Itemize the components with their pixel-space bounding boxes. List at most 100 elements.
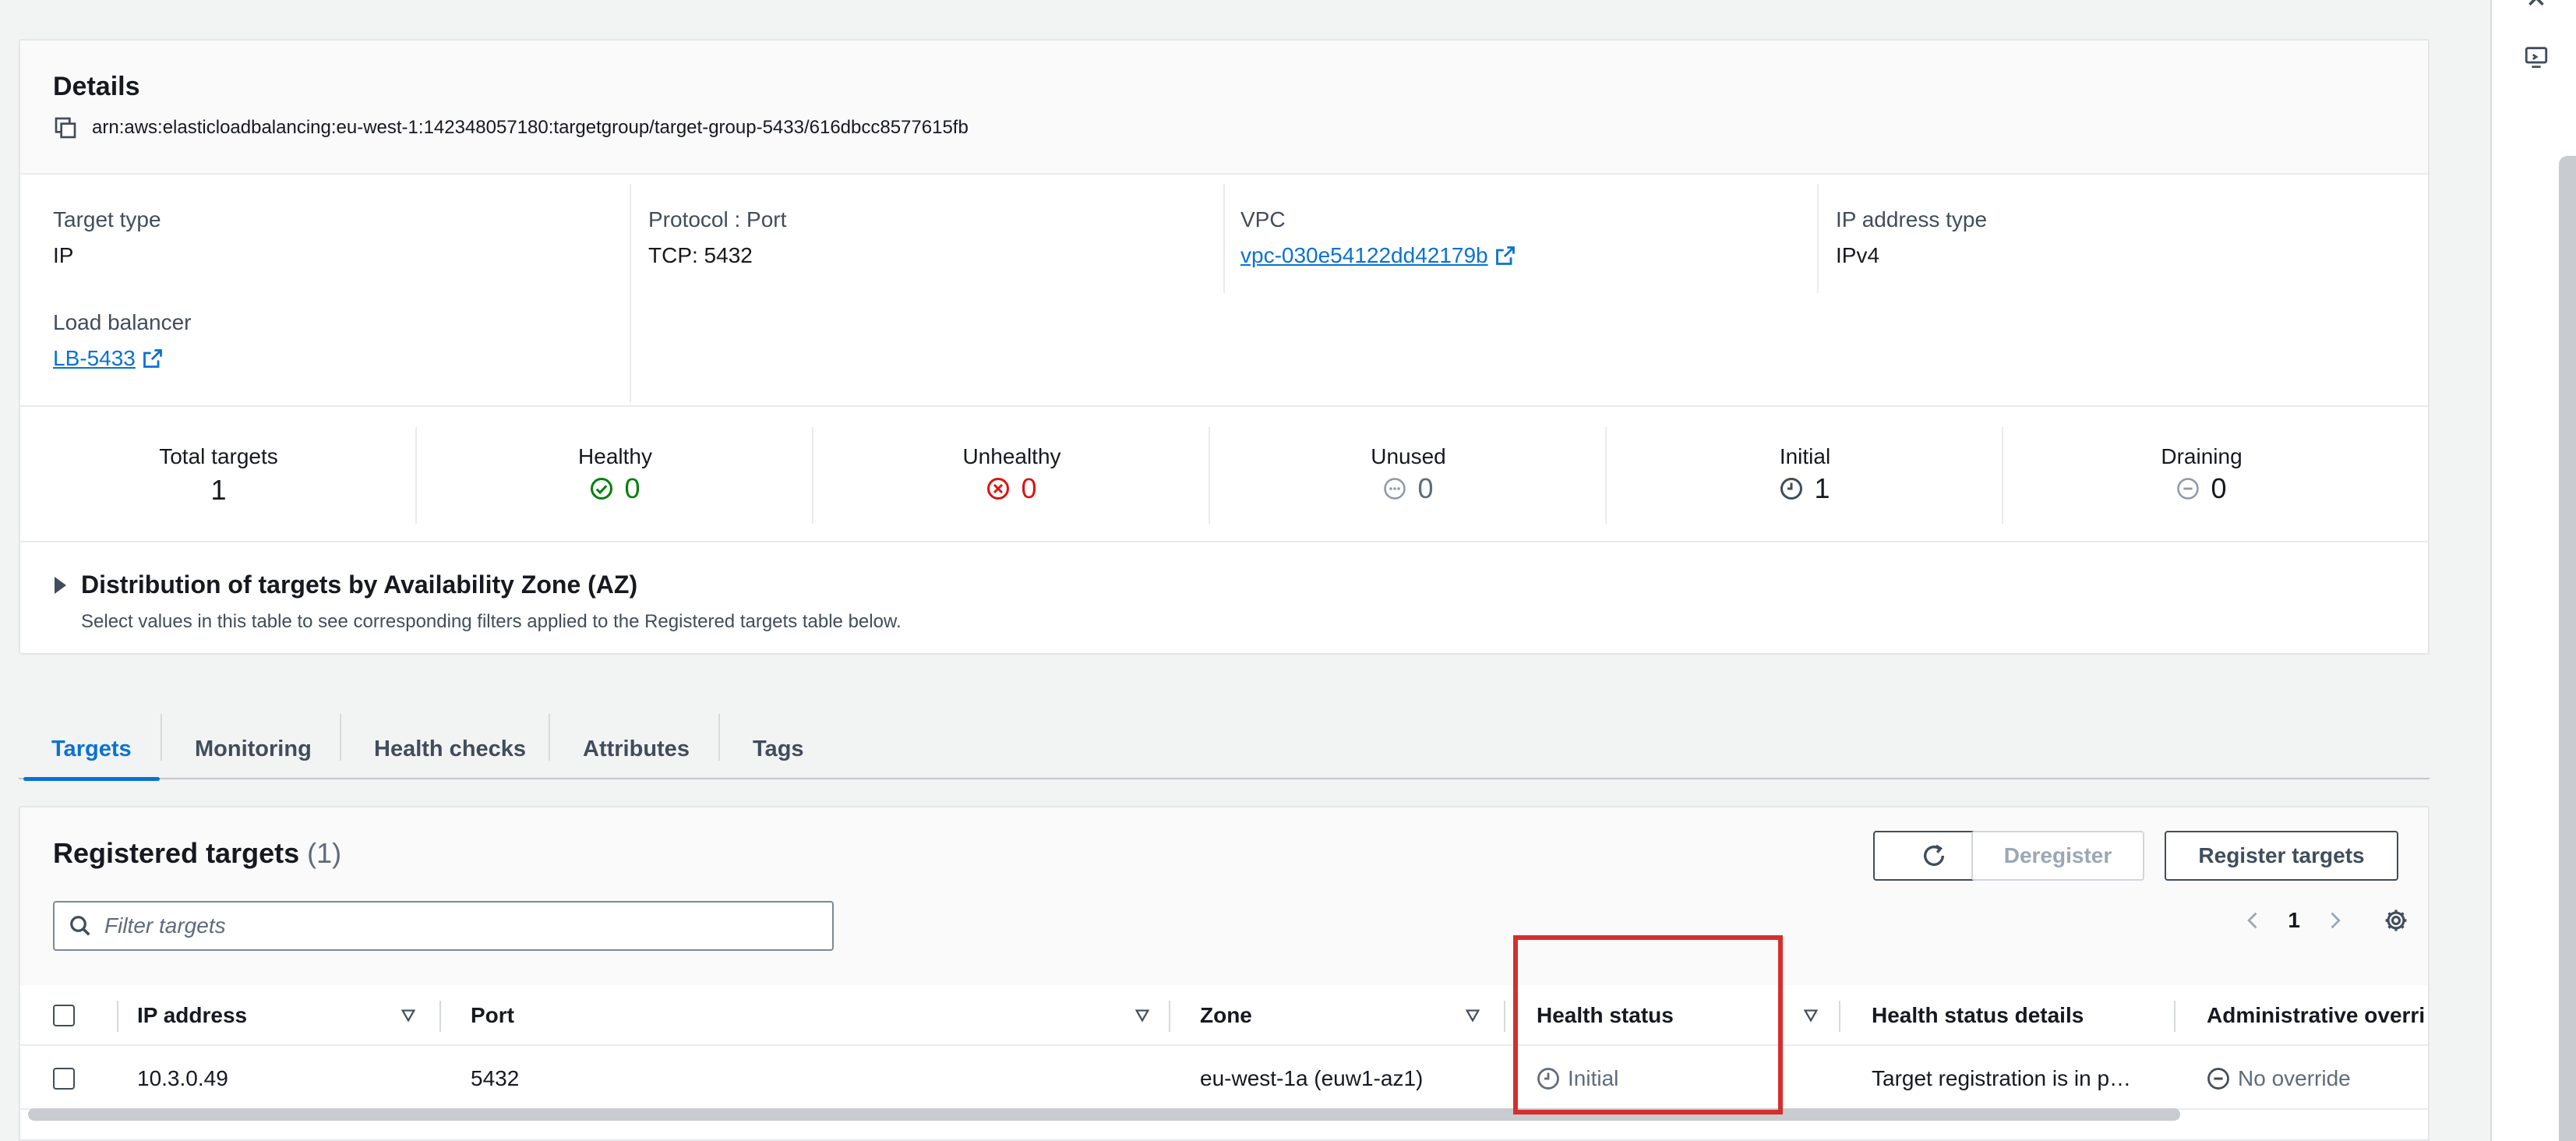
no-override-icon [2207, 1068, 2229, 1090]
filter-targets-field[interactable] [53, 901, 834, 951]
tab-health-checks[interactable]: Health checks [341, 719, 559, 779]
sort-down-icon[interactable] [399, 1007, 418, 1024]
refresh-icon [1923, 844, 1945, 866]
column-divider [1839, 1001, 1840, 1032]
count-label: Unhealthy [962, 444, 1061, 468]
registered-targets-panel: Registered targets (1) Deregister Regist… [19, 806, 2430, 1141]
count-unused[interactable]: Unused 0 [1210, 408, 1607, 542]
count-value: 0 [2003, 472, 2400, 505]
target-group-tabs: Targets Monitoring Health checks Attribu… [19, 701, 2430, 781]
load-balancer-link-text[interactable]: LB-5433 [53, 346, 136, 371]
external-link-icon [1495, 246, 1515, 265]
tab-monitoring[interactable]: Monitoring [162, 719, 344, 779]
ip-address-type-label: IP address type [1836, 207, 1988, 231]
column-header-ip[interactable]: IP address [137, 985, 247, 1046]
health-status-text: Initial [1568, 1066, 1619, 1090]
row-checkbox-cell [53, 1047, 75, 1110]
cell-health-status-details: Target registration is in p… [1872, 1066, 2132, 1090]
cast-screen-icon[interactable] [2523, 44, 2550, 70]
count-initial[interactable]: Initial 1 [1607, 408, 2003, 542]
arn-text: arn:aws:elasticloadbalancing:eu-west-1:1… [92, 117, 969, 138]
count-value: 1 [20, 474, 417, 507]
sort-down-icon[interactable] [1463, 1007, 1482, 1024]
cell-port: 5432 [471, 1066, 520, 1090]
chevron-left-icon[interactable] [2243, 910, 2264, 931]
column-header-health-status-details[interactable]: Health status details [1872, 985, 2084, 1046]
sort-down-icon[interactable] [1801, 1007, 1820, 1024]
gear-icon[interactable] [2383, 907, 2409, 934]
column-header-zone[interactable]: Zone [1200, 985, 1252, 1046]
filter-targets-input[interactable] [104, 913, 806, 938]
count-number: 1 [210, 474, 227, 506]
chevron-right-icon[interactable] [2324, 910, 2345, 931]
deregister-button[interactable]: Deregister [1971, 831, 2144, 881]
protocol-port-label: Protocol : Port [648, 207, 787, 231]
tab-tags[interactable]: Tags [720, 719, 837, 779]
count-label: Initial [1779, 444, 1831, 468]
copy-icon[interactable] [53, 115, 78, 140]
table-row[interactable]: 10.3.0.49 5432 eu-west-1a (euw1-az1) Ini… [20, 1047, 2428, 1110]
clock-icon [1537, 1068, 1559, 1090]
count-number: 0 [1417, 472, 1434, 504]
unused-circle-icon [1384, 478, 1406, 500]
error-circle-icon [987, 478, 1010, 500]
register-targets-button[interactable]: Register targets [2165, 831, 2398, 881]
az-distribution-description: Select values in this table to see corre… [81, 611, 902, 632]
sort-down-icon[interactable] [1133, 1007, 1152, 1024]
cell-ip: 10.3.0.49 [137, 1066, 228, 1090]
count-unhealthy[interactable]: Unhealthy 0 [813, 408, 1210, 542]
count-label: Unused [1371, 444, 1446, 468]
right-utility-rail [2490, 0, 2576, 1141]
check-circle-icon [591, 478, 613, 500]
column-divider [439, 1001, 441, 1032]
vpc-link-text[interactable]: vpc-030e54122dd42179b [1240, 243, 1488, 268]
kv-col-2: Protocol : Port TCP: 5432 [631, 176, 1223, 405]
ip-address-type-value: IPv4 [1836, 243, 1880, 267]
arn-row: arn:aws:elasticloadbalancing:eu-west-1:1… [53, 115, 969, 140]
count-value: 0 [1210, 472, 1607, 505]
table-horizontal-scrollbar[interactable] [28, 1108, 2180, 1121]
column-header-health-status[interactable]: Health status [1537, 985, 1674, 1046]
details-header: Details arn:aws:elasticloadbalancing:eu-… [20, 41, 2428, 175]
tab-attributes[interactable]: Attributes [550, 719, 722, 779]
column-header-administrative-override[interactable]: Administrative overri [2207, 985, 2425, 1046]
count-draining[interactable]: Draining 0 [2003, 408, 2400, 542]
target-counts: Total targets 1 Healthy 0 Unhealthy 0 Un… [20, 408, 2428, 542]
kv-col-4: IP address type IPv4 [1819, 176, 2411, 405]
registered-targets-title: Registered targets (1) [53, 837, 341, 870]
load-balancer-link[interactable]: LB-5433 [53, 346, 164, 371]
count-total: Total targets 1 [20, 408, 417, 542]
count-number: 0 [624, 472, 640, 504]
cell-administrative-override: No override [2207, 1047, 2351, 1110]
az-distribution-section[interactable]: Distribution of targets by Availability … [20, 544, 2428, 653]
pagination: 1 [2243, 907, 2409, 934]
count-number: 0 [2211, 472, 2227, 504]
external-link-icon [143, 349, 162, 368]
page-scrollbar[interactable] [2559, 156, 2576, 1141]
count-number: 0 [1021, 472, 1037, 504]
protocol-port-value: TCP: 5432 [648, 243, 753, 267]
vpc-link[interactable]: vpc-030e54122dd42179b [1240, 243, 1516, 268]
tab-targets[interactable]: Targets [19, 719, 164, 781]
select-all-checkbox[interactable] [53, 1005, 75, 1026]
chevron-up-icon[interactable] [2523, 0, 2550, 16]
page-number[interactable]: 1 [2288, 908, 2300, 933]
count-healthy[interactable]: Healthy 0 [417, 408, 813, 542]
az-distribution-title[interactable]: Distribution of targets by Availability … [81, 570, 637, 599]
count-label: Total targets [159, 444, 278, 468]
clock-icon [1780, 478, 1803, 500]
registered-targets-header: Registered targets (1) Deregister Regist… [20, 807, 2428, 985]
column-divider [2174, 1001, 2175, 1032]
count-value: 1 [1607, 472, 2003, 505]
row-checkbox[interactable] [53, 1068, 75, 1090]
select-all-checkbox-cell [53, 985, 75, 1046]
column-divider [1169, 1001, 1170, 1032]
count-value: 0 [417, 472, 813, 505]
cell-health-status: Initial [1537, 1047, 1618, 1110]
details-title: Details [53, 72, 140, 101]
count-label: Draining [2161, 444, 2243, 468]
count-number: 1 [1814, 472, 1830, 504]
column-header-port[interactable]: Port [471, 985, 514, 1046]
caret-right-icon[interactable] [55, 577, 66, 594]
kv-col-1: Target type IP Load balancer LB-5433 [20, 176, 598, 405]
